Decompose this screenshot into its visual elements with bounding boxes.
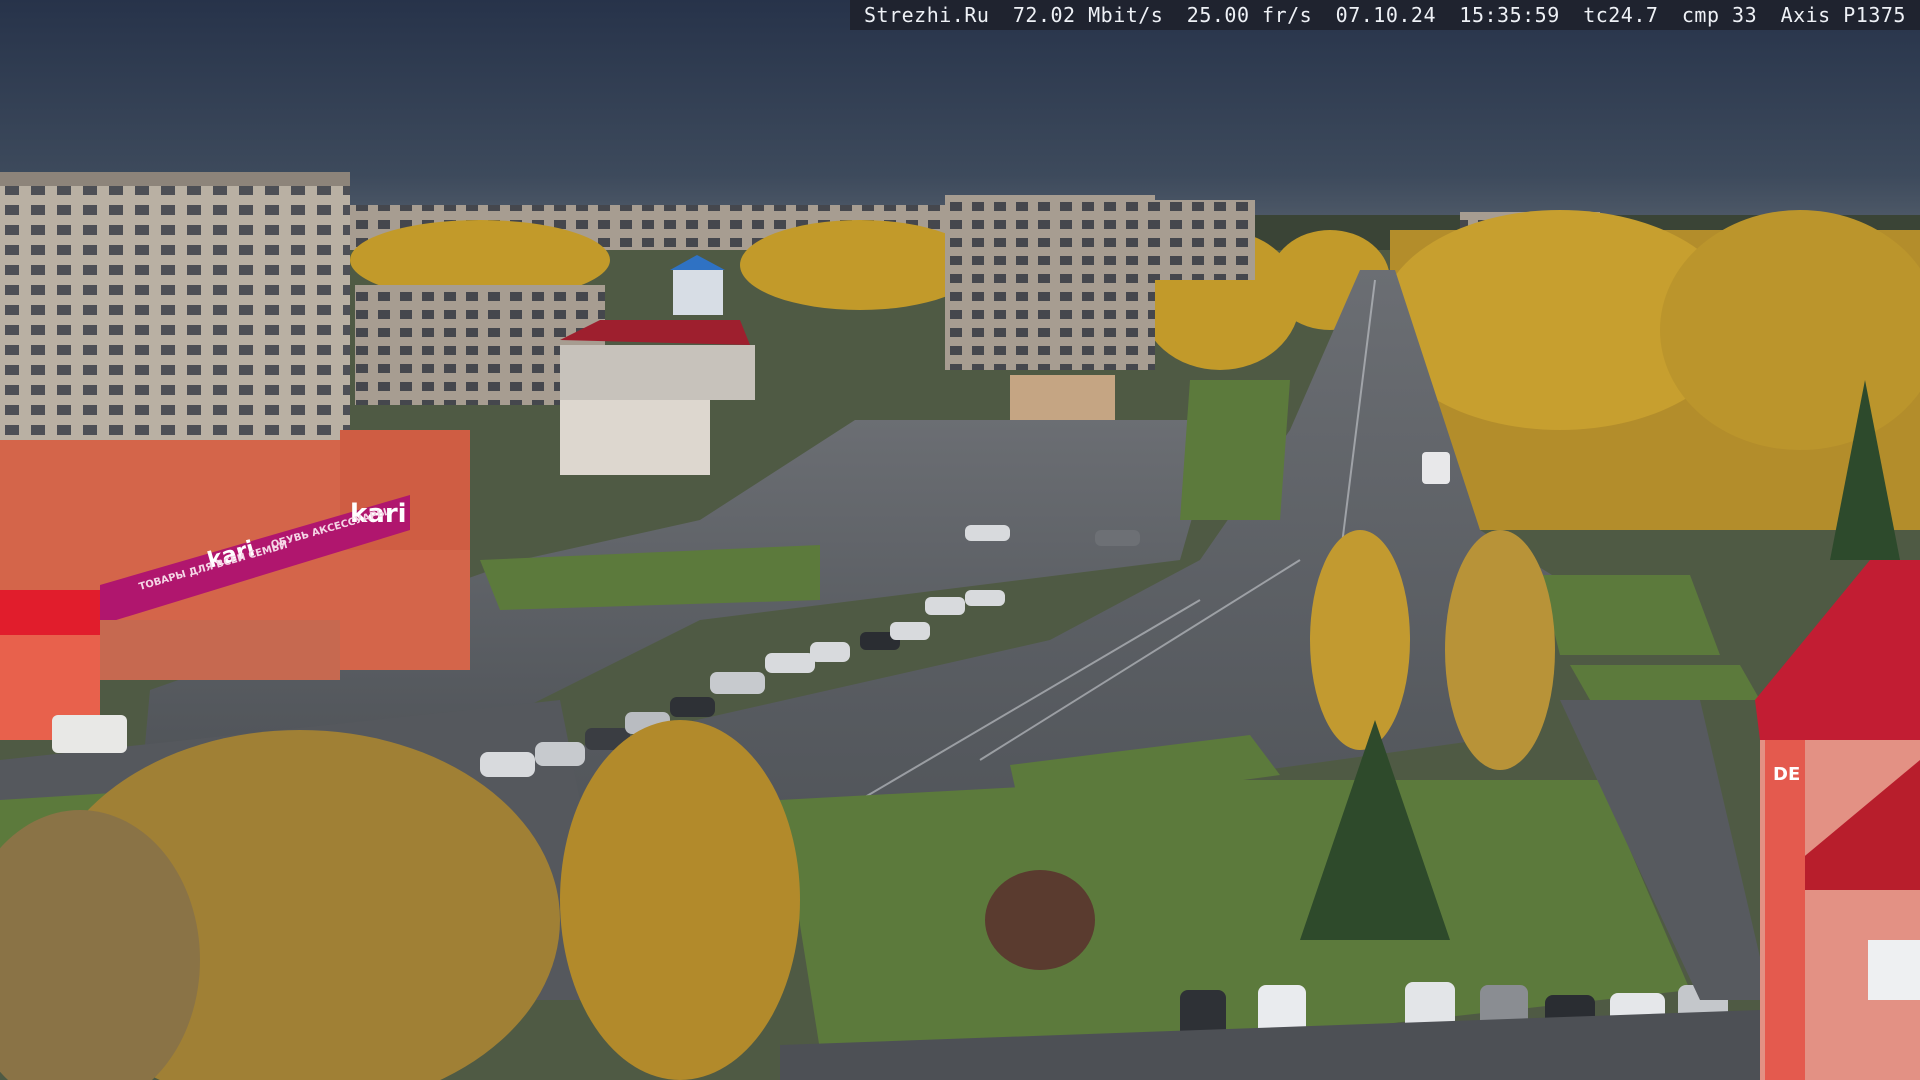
osd-fps: 25.00 fr/s: [1186, 3, 1313, 27]
osd-date: 07.10.24: [1335, 3, 1436, 27]
osd-tc: tc24.7: [1583, 3, 1659, 27]
osd-cmp: cmp 33: [1681, 3, 1758, 27]
osd-site: Strezhi.Ru: [864, 3, 990, 27]
webcam-scene: kari kari ТОВАРЫ ДЛЯ ВСЕЙ СЕМЬИ ОБУВЬ АК…: [0, 0, 1920, 1080]
pavilion: [1010, 375, 1115, 420]
van-left: [52, 715, 127, 753]
apartment-tower-center: [945, 195, 1155, 370]
osd-time: 15:35:59: [1459, 3, 1560, 27]
bush-center: [985, 870, 1095, 970]
osd-camera: Axis P1375: [1780, 3, 1906, 27]
osd-bitrate: 72.02 Mbit/s: [1012, 3, 1164, 27]
camera-osd-overlay: Strezhi.Ru 72.02 Mbit/s 25.00 fr/s 07.10…: [850, 0, 1920, 30]
side-building-sign: DE: [1773, 764, 1800, 785]
bus-road: [1422, 452, 1450, 484]
